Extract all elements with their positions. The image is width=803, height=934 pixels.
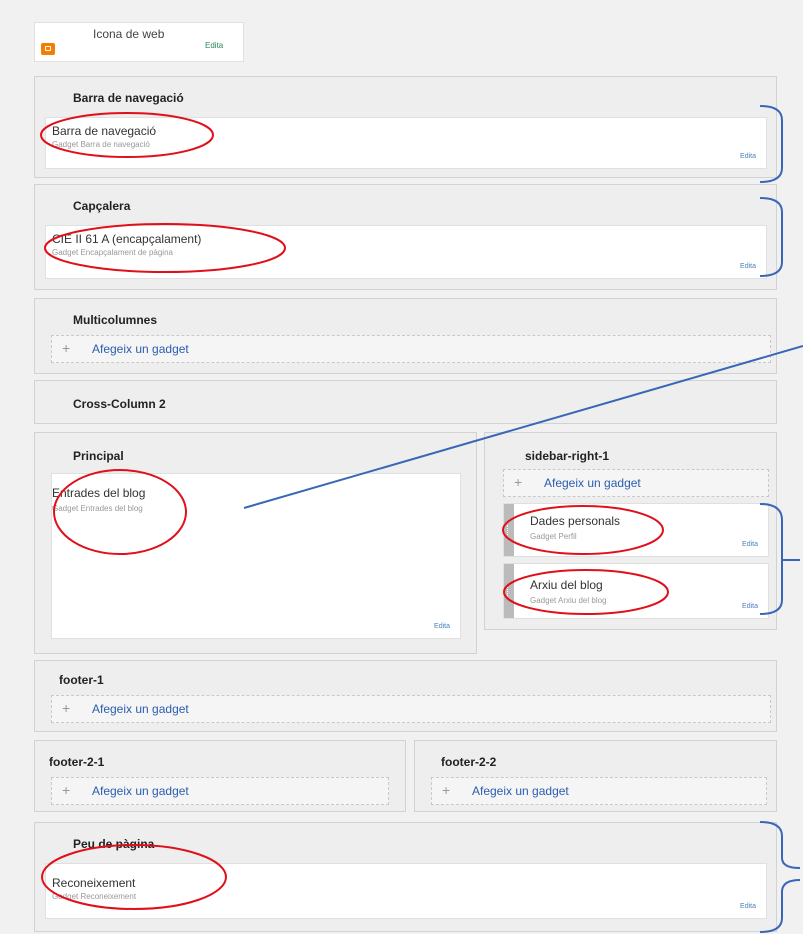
section-multicolumns: Multicolumnes + Afegeix un gadget xyxy=(34,298,777,374)
navbar-gadget[interactable]: Barra de navegació Gadget Barra de naveg… xyxy=(45,117,767,169)
gadget-title: Arxiu del blog xyxy=(530,578,603,592)
add-gadget-button[interactable]: + Afegeix un gadget xyxy=(51,777,389,805)
add-gadget-label: Afegeix un gadget xyxy=(92,702,189,716)
section-title: Principal xyxy=(73,449,124,463)
edit-link[interactable]: Edita xyxy=(740,263,756,270)
plus-icon: + xyxy=(62,782,71,798)
section-title: Barra de navegació xyxy=(73,91,184,105)
plus-icon: + xyxy=(442,782,451,798)
section-navbar: Barra de navegació Barra de navegació Ga… xyxy=(34,76,777,178)
section-title: footer-2-2 xyxy=(441,755,497,769)
add-gadget-label: Afegeix un gadget xyxy=(472,784,569,798)
gadget-title: Barra de navegació xyxy=(52,124,157,138)
header-gadget[interactable]: CIE II 61 A (encapçalament) Gadget Encap… xyxy=(45,225,767,279)
add-gadget-label: Afegeix un gadget xyxy=(544,476,641,490)
section-title: Capçalera xyxy=(73,199,131,213)
gadget-title: Entrades del blog xyxy=(52,486,146,500)
gadget-subtitle: Gadget Barra de navegació xyxy=(52,140,150,149)
drag-handle[interactable] xyxy=(504,564,514,618)
add-gadget-label: Afegeix un gadget xyxy=(92,342,189,356)
edit-link[interactable]: Edita xyxy=(434,623,450,630)
add-gadget-button[interactable]: + Afegeix un gadget xyxy=(51,695,771,723)
gadget-subtitle: Gadget Encapçalament de pàgina xyxy=(52,248,173,257)
drag-handle[interactable] xyxy=(504,504,514,556)
add-gadget-label: Afegeix un gadget xyxy=(92,784,189,798)
blogger-icon xyxy=(41,43,55,55)
edit-link[interactable]: Edita xyxy=(742,541,758,548)
section-footer-1: footer-1 + Afegeix un gadget xyxy=(34,660,777,732)
section-title: Multicolumnes xyxy=(73,313,158,327)
section-title: Peu de pàgina xyxy=(73,837,155,851)
favicon-gadget: Icona de web Edita xyxy=(34,22,244,62)
add-gadget-button[interactable]: + Afegeix un gadget xyxy=(51,335,771,363)
edit-link[interactable]: Edita xyxy=(740,903,756,910)
add-gadget-button[interactable]: + Afegeix un gadget xyxy=(431,777,767,805)
section-title: footer-1 xyxy=(59,673,104,687)
gadget-title: Reconeixement xyxy=(52,876,136,890)
section-title: footer-2-1 xyxy=(49,755,105,769)
edit-link[interactable]: Edita xyxy=(740,153,756,160)
gadget-title: Dades personals xyxy=(530,514,621,528)
favicon-edit-link[interactable]: Edita xyxy=(205,41,223,50)
section-title: sidebar-right-1 xyxy=(525,449,610,463)
profile-gadget[interactable]: Dades personals Gadget Perfil Edita xyxy=(503,503,769,557)
gadget-subtitle: Gadget Reconeixement xyxy=(52,892,137,901)
section-footer: Peu de pàgina Reconeixement Gadget Recon… xyxy=(34,822,777,932)
gadget-subtitle: Gadget Entrades del blog xyxy=(52,504,143,513)
edit-link[interactable]: Edita xyxy=(742,603,758,610)
attribution-gadget[interactable]: Reconeixement Gadget Reconeixement Edita xyxy=(45,863,767,919)
add-gadget-button[interactable]: + Afegeix un gadget xyxy=(503,469,769,497)
archive-gadget[interactable]: Arxiu del blog Gadget Arxiu del blog Edi… xyxy=(503,563,769,619)
plus-icon: + xyxy=(62,700,71,716)
plus-icon: + xyxy=(514,474,523,490)
section-cross-column-2: Cross-Column 2 xyxy=(34,380,777,424)
section-main: Principal Entrades del blog Gadget Entra… xyxy=(34,432,477,654)
blog-posts-gadget[interactable]: Entrades del blog Gadget Entrades del bl… xyxy=(51,473,461,639)
plus-icon: + xyxy=(62,340,71,356)
section-sidebar-right-1: sidebar-right-1 + Afegeix un gadget Dade… xyxy=(484,432,777,630)
gadget-subtitle: Gadget Perfil xyxy=(530,532,577,541)
section-title: Cross-Column 2 xyxy=(73,397,166,411)
section-footer-2-2: footer-2-2 + Afegeix un gadget xyxy=(414,740,777,812)
gadget-subtitle: Gadget Arxiu del blog xyxy=(530,596,607,605)
section-footer-2-1: footer-2-1 + Afegeix un gadget xyxy=(34,740,406,812)
favicon-title: Icona de web xyxy=(93,27,165,41)
section-header: Capçalera CIE II 61 A (encapçalament) Ga… xyxy=(34,184,777,290)
gadget-title: CIE II 61 A (encapçalament) xyxy=(52,232,202,246)
